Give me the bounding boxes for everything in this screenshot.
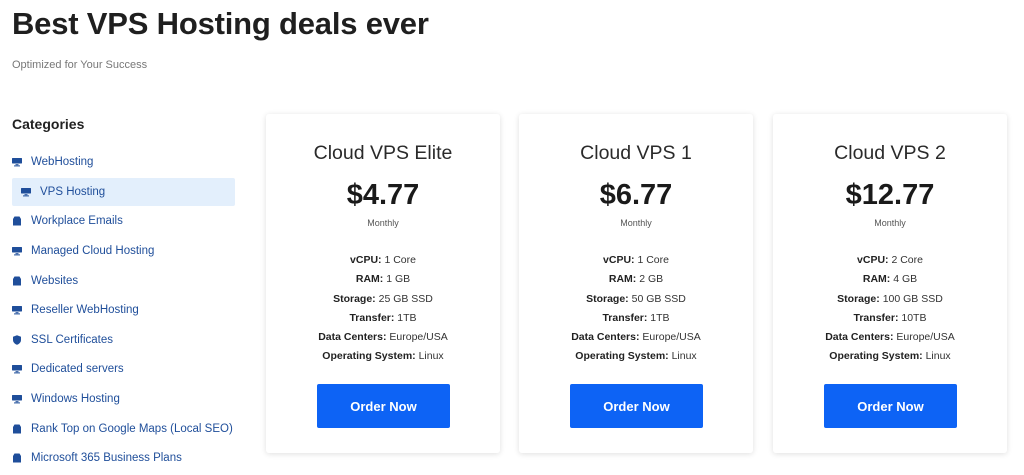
server-icon (12, 394, 22, 404)
spec-ram: RAM: 2 GB (608, 273, 664, 286)
sidebar-item-label: Dedicated servers (31, 363, 124, 376)
page-subtitle: Optimized for Your Success (12, 59, 148, 71)
plan-price: $12.77 (845, 179, 935, 211)
sidebar-item-label: Websites (31, 274, 79, 287)
spec-storage: Storage: 25 GB SSD (333, 292, 433, 305)
page-title: Best VPS Hosting deals ever (12, 6, 429, 41)
order-now-button[interactable]: Order Now (317, 384, 450, 428)
sidebar-item-websites[interactable]: Websites (12, 266, 235, 296)
spec-vcpu: vCPU: 1 Core (603, 254, 669, 266)
server-icon (12, 364, 22, 374)
sidebar-item-webhosting[interactable]: WebHosting (12, 147, 235, 177)
sidebar-item-managed-cloud-hosting[interactable]: Managed Cloud Hosting (12, 236, 235, 266)
sidebar-item-label: WebHosting (31, 155, 94, 168)
plan-card: Cloud VPS 1 $6.77 Monthly vCPU: 1 Core R… (519, 114, 753, 453)
spec-storage: Storage: 50 GB SSD (586, 292, 686, 305)
server-icon (12, 305, 22, 315)
plan-price: $6.77 (599, 179, 673, 211)
sidebar-item-vps-hosting[interactable]: VPS Hosting (12, 177, 235, 206)
box-icon (12, 424, 22, 434)
spec-storage: Storage: 100 GB SSD (837, 292, 943, 305)
plan-price: $4.77 (346, 179, 420, 211)
sidebar-item-dedicated-servers[interactable]: Dedicated servers (12, 355, 235, 385)
spec-operating-system: Operating System: Linux (829, 350, 951, 363)
sidebar-item-windows-hosting[interactable]: Windows Hosting (12, 384, 235, 414)
sidebar-item-reseller-webhosting[interactable]: Reseller WebHosting (12, 295, 235, 325)
categories-title: Categories (12, 116, 85, 132)
sidebar-item-label: Microsoft 365 Business Plans (31, 452, 182, 465)
plan-period: Monthly (874, 218, 906, 228)
server-icon (21, 187, 31, 197)
categories-list: WebHosting VPS Hosting Workplace Emails … (12, 147, 235, 473)
plan-name: Cloud VPS 2 (834, 142, 946, 164)
plan-specs: vCPU: 1 Core RAM: 2 GB Storage: 50 GB SS… (519, 251, 753, 367)
box-icon (12, 276, 22, 286)
sidebar-item-label: Workplace Emails (31, 215, 123, 228)
plan-specs: vCPU: 1 Core RAM: 1 GB Storage: 25 GB SS… (266, 251, 500, 367)
plan-card: Cloud VPS 2 $12.77 Monthly vCPU: 2 Core … (773, 114, 1007, 453)
spec-vcpu: vCPU: 2 Core (857, 254, 923, 266)
sidebar-item-label: SSL Certificates (31, 333, 114, 346)
plan-name: Cloud VPS Elite (313, 142, 453, 164)
sidebar-item-workplace-emails[interactable]: Workplace Emails (12, 207, 235, 237)
server-icon (12, 157, 22, 167)
sidebar-item-label: Rank Top on Google Maps (Local SEO) (31, 422, 233, 435)
shield-icon (12, 335, 22, 345)
spec-operating-system: Operating System: Linux (322, 350, 444, 363)
spec-transfer: Transfer: 10TB (853, 311, 927, 324)
plan-specs: vCPU: 2 Core RAM: 4 GB Storage: 100 GB S… (773, 251, 1007, 367)
server-icon (12, 246, 22, 256)
plan-card: Cloud VPS Elite $4.77 Monthly vCPU: 1 Co… (266, 114, 500, 453)
sidebar-item-label: VPS Hosting (40, 185, 106, 198)
box-icon (12, 216, 22, 226)
box-icon (12, 453, 22, 463)
sidebar-item-microsoft-365[interactable]: Microsoft 365 Business Plans (12, 443, 235, 473)
sidebar-item-local-seo[interactable]: Rank Top on Google Maps (Local SEO) (12, 414, 235, 444)
spec-transfer: Transfer: 1TB (349, 311, 417, 324)
order-now-button[interactable]: Order Now (824, 384, 957, 428)
spec-ram: RAM: 4 GB (862, 273, 918, 286)
plan-period: Monthly (620, 218, 652, 228)
sidebar-item-label: Managed Cloud Hosting (31, 244, 155, 257)
order-now-button[interactable]: Order Now (570, 384, 703, 428)
spec-ram: RAM: 1 GB (355, 273, 411, 286)
sidebar-item-ssl-certificates[interactable]: SSL Certificates (12, 325, 235, 355)
spec-operating-system: Operating System: Linux (575, 350, 697, 363)
plan-name: Cloud VPS 1 (580, 142, 692, 164)
spec-data-centers: Data Centers: Europe/USA (825, 331, 955, 344)
spec-transfer: Transfer: 1TB (602, 311, 670, 324)
sidebar-item-label: Reseller WebHosting (31, 304, 139, 317)
spec-data-centers: Data Centers: Europe/USA (571, 331, 701, 344)
plan-period: Monthly (367, 218, 399, 228)
spec-vcpu: vCPU: 1 Core (350, 254, 416, 266)
sidebar-item-label: Windows Hosting (31, 392, 120, 405)
spec-data-centers: Data Centers: Europe/USA (318, 331, 448, 344)
